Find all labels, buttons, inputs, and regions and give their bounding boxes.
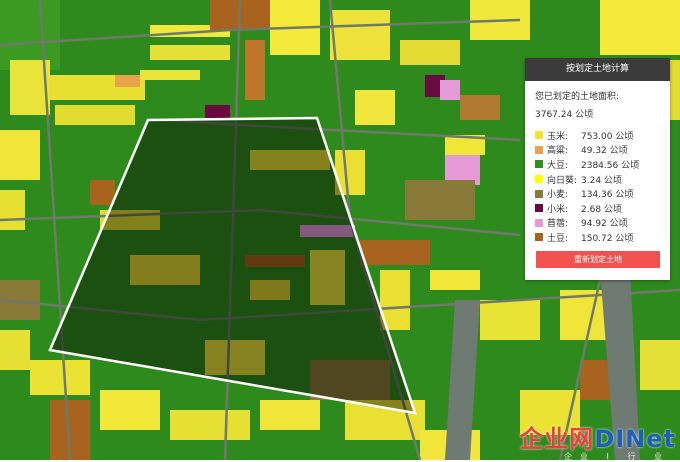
- crop-swatch: [535, 218, 543, 227]
- watermark-text-a: 企业网: [519, 425, 595, 453]
- crop-row: 高粱: 49.32 公顷: [535, 143, 660, 158]
- crop-swatch: [535, 175, 543, 184]
- crop-name: 苜蓿:: [547, 219, 569, 230]
- crop-name: 向日葵:: [547, 175, 578, 186]
- crop-swatch: [535, 131, 543, 140]
- crop-swatch: [535, 160, 543, 169]
- crop-swatch: [535, 233, 543, 242]
- crop-row: 大豆: 2384.56 公顷: [535, 157, 660, 172]
- crop-name: 小麦:: [547, 190, 569, 201]
- crop-value: 134.36 公顷: [581, 190, 634, 201]
- crop-swatch: [535, 204, 543, 213]
- crop-row: 土豆: 150.72 公顷: [535, 230, 660, 245]
- crop-legend: 玉米: 753.00 公顷 高粱: 49.32 公顷 大豆: 2384.56 公顷 向…: [535, 128, 660, 245]
- watermark-text-c: INet: [615, 425, 676, 453]
- crop-name: 小米:: [547, 204, 569, 215]
- crop-name: 玉米:: [547, 131, 569, 142]
- crop-value: 150.72 公顷: [581, 233, 634, 244]
- crop-row: 向日葵: 3.24 公顷: [535, 172, 660, 187]
- crop-row: 玉米: 753.00 公顷: [535, 128, 660, 143]
- watermark-subtext: 企业 I 行 业: [564, 452, 670, 461]
- crop-swatch: [535, 145, 543, 154]
- crop-value: 753.00 公顷: [581, 131, 634, 142]
- redraw-land-button[interactable]: 重新划定土地: [536, 251, 660, 268]
- crop-value: 3.24 公顷: [581, 175, 622, 186]
- crop-row: 苜蓿: 94.92 公顷: [535, 216, 660, 231]
- crop-value: 2.68 公顷: [581, 204, 622, 215]
- crop-swatch: [535, 189, 543, 198]
- crop-row: 小麦: 134.36 公顷: [535, 186, 660, 201]
- land-calc-panel: 按划定土地计算 您已划定的土地面积: 3767.24 公顷 玉米: 753.00 …: [525, 58, 670, 280]
- crop-name: 土豆:: [547, 233, 569, 244]
- crop-row: 小米: 2.68 公顷: [535, 201, 660, 216]
- total-area: 3767.24 公顷: [535, 110, 594, 120]
- crop-value: 94.92 公顷: [581, 219, 628, 230]
- watermark-logo: 企业网DINet: [519, 419, 676, 454]
- crop-value: 2384.56 公顷: [581, 160, 640, 171]
- crop-value: 49.32 公顷: [581, 146, 628, 157]
- crop-name: 高粱:: [547, 146, 569, 157]
- watermark-text-b: D: [594, 425, 616, 453]
- area-label: 您已划定的土地面积:: [535, 92, 620, 102]
- crop-name: 大豆:: [547, 160, 569, 171]
- panel-title: 按划定土地计算: [525, 58, 670, 81]
